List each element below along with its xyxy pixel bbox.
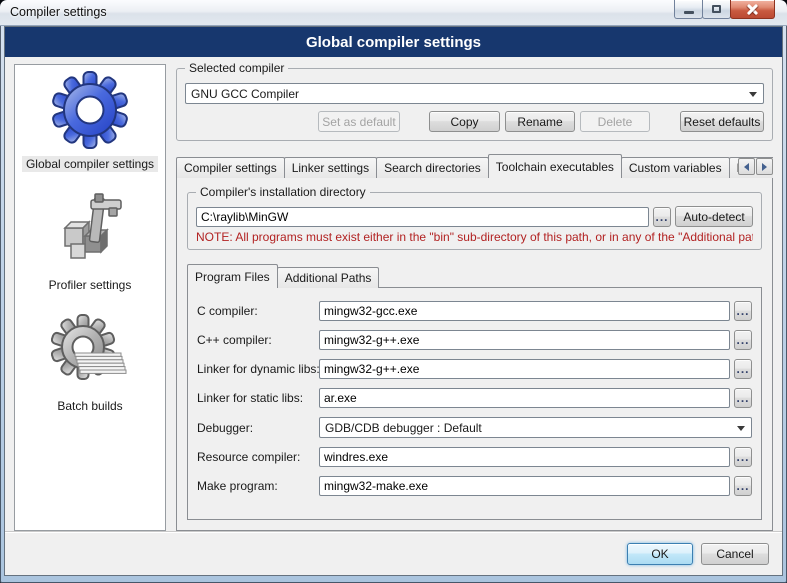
window-title: Compiler settings [10, 0, 107, 25]
installation-directory-group-label: Compiler's installation directory [196, 185, 370, 199]
minimize-button[interactable] [674, 0, 703, 19]
close-button[interactable] [730, 0, 775, 19]
reset-defaults-button[interactable]: Reset defaults [680, 111, 764, 132]
tab-toolchain-executables[interactable]: Toolchain executables [488, 154, 622, 178]
compiler-select[interactable]: GNU GCC Compiler [185, 83, 764, 104]
close-icon [746, 4, 759, 15]
maximize-icon [712, 5, 721, 13]
browse-resource-compiler-button[interactable]: ... [734, 447, 752, 467]
field-label: Linker for dynamic libs: [197, 362, 319, 376]
auto-detect-button[interactable]: Auto-detect [675, 206, 753, 227]
program-paths-tabs: Program Files Additional Paths [187, 264, 762, 288]
browse-dynamic-linker-button[interactable]: ... [734, 359, 752, 379]
browse-cpp-compiler-button[interactable]: ... [734, 330, 752, 350]
sidebar-item-global-compiler-settings[interactable]: Global compiler settings [22, 71, 158, 172]
settings-category-sidebar: Global compiler settings [14, 64, 166, 531]
window-controls [675, 0, 775, 19]
selected-compiler-group: Selected compiler GNU GCC Compiler Set a… [176, 68, 773, 141]
browse-static-linker-button[interactable]: ... [734, 388, 752, 408]
browse-make-program-button[interactable]: ... [734, 476, 752, 496]
compiler-actions-row: Set as default Copy Rename Delete Reset … [185, 111, 764, 132]
set-as-default-button[interactable]: Set as default [318, 111, 400, 132]
chevron-down-icon [749, 92, 757, 97]
field-row-make-program: Make program: ... [197, 476, 752, 496]
field-row-static-linker: Linker for static libs: ... [197, 388, 752, 408]
browse-directory-button[interactable]: ... [653, 207, 671, 227]
field-row-c-compiler: C compiler: ... [197, 301, 752, 321]
gray-gear-stack-icon [51, 313, 129, 391]
field-row-debugger: Debugger: GDB/CDB debugger : Default [197, 417, 752, 438]
rename-button[interactable]: Rename [505, 111, 575, 132]
dialog-client-area: Global compiler settings [4, 26, 783, 576]
caliper-cubes-icon [51, 192, 129, 270]
field-label: Debugger: [197, 421, 319, 435]
field-row-cpp-compiler: C++ compiler: ... [197, 330, 752, 350]
ok-button[interactable]: OK [627, 543, 693, 565]
field-label: Linker for static libs: [197, 391, 319, 405]
toolchain-executables-page: Compiler's installation directory ... Au… [176, 177, 773, 531]
selected-compiler-group-label: Selected compiler [185, 61, 288, 75]
compiler-select-value: GNU GCC Compiler [191, 87, 299, 101]
field-row-resource-compiler: Resource compiler: ... [197, 447, 752, 467]
installation-note: NOTE: All programs must exist either in … [196, 230, 753, 244]
program-files-page: C compiler: ... C++ compiler: ... Linker… [187, 287, 762, 520]
main-area: Global compiler settings [5, 57, 782, 531]
sidebar-item-label: Global compiler settings [22, 156, 158, 172]
sidebar-item-label: Batch builds [53, 398, 126, 414]
delete-button[interactable]: Delete [580, 111, 650, 132]
field-label: Resource compiler: [197, 450, 319, 464]
field-label: C++ compiler: [197, 333, 319, 347]
sidebar-item-batch-builds[interactable]: Batch builds [51, 313, 129, 414]
installation-directory-group: Compiler's installation directory ... Au… [187, 192, 762, 250]
sidebar-item-profiler-settings[interactable]: Profiler settings [45, 192, 136, 293]
tab-additional-paths[interactable]: Additional Paths [277, 267, 380, 288]
copy-button[interactable]: Copy [429, 111, 500, 132]
minimize-icon [684, 11, 694, 14]
compiler-tabs: Compiler settings Linker settings Search… [176, 154, 773, 178]
cancel-button[interactable]: Cancel [701, 543, 769, 565]
titlebar[interactable]: Compiler settings [0, 0, 787, 26]
browse-c-compiler-button[interactable]: ... [734, 301, 752, 321]
tab-search-directories[interactable]: Search directories [376, 157, 489, 178]
cpp-compiler-input[interactable] [319, 330, 730, 350]
compiler-settings-dialog: Compiler settings Global compiler settin… [0, 0, 787, 583]
debugger-select[interactable]: GDB/CDB debugger : Default [319, 417, 752, 438]
maximize-button[interactable] [702, 0, 731, 19]
dialog-footer: OK Cancel [5, 531, 782, 575]
tab-scroll-right-button[interactable] [756, 158, 773, 175]
arrow-left-icon [744, 163, 749, 171]
tab-linker-settings[interactable]: Linker settings [284, 157, 377, 178]
sidebar-item-label: Profiler settings [45, 277, 136, 293]
field-label: C compiler: [197, 304, 319, 318]
chevron-down-icon [737, 426, 745, 431]
field-row-dynamic-linker: Linker for dynamic libs: ... [197, 359, 752, 379]
tab-compiler-settings[interactable]: Compiler settings [176, 157, 285, 178]
tab-scroll-buttons [738, 158, 773, 175]
blue-gear-icon [51, 71, 129, 149]
settings-panel: Selected compiler GNU GCC Compiler Set a… [176, 64, 773, 531]
static-linker-input[interactable] [319, 388, 730, 408]
arrow-right-icon [762, 163, 767, 171]
installation-directory-row: ... Auto-detect [196, 206, 753, 227]
field-label: Make program: [197, 479, 319, 493]
page-title: Global compiler settings [5, 27, 782, 57]
debugger-select-value: GDB/CDB debugger : Default [325, 421, 482, 435]
tab-custom-variables[interactable]: Custom variables [621, 157, 730, 178]
c-compiler-input[interactable] [319, 301, 730, 321]
tab-scroll-left-button[interactable] [738, 158, 755, 175]
resource-compiler-input[interactable] [319, 447, 730, 467]
make-program-input[interactable] [319, 476, 730, 496]
tab-program-files[interactable]: Program Files [187, 264, 278, 288]
dynamic-linker-input[interactable] [319, 359, 730, 379]
installation-directory-input[interactable] [196, 207, 649, 227]
